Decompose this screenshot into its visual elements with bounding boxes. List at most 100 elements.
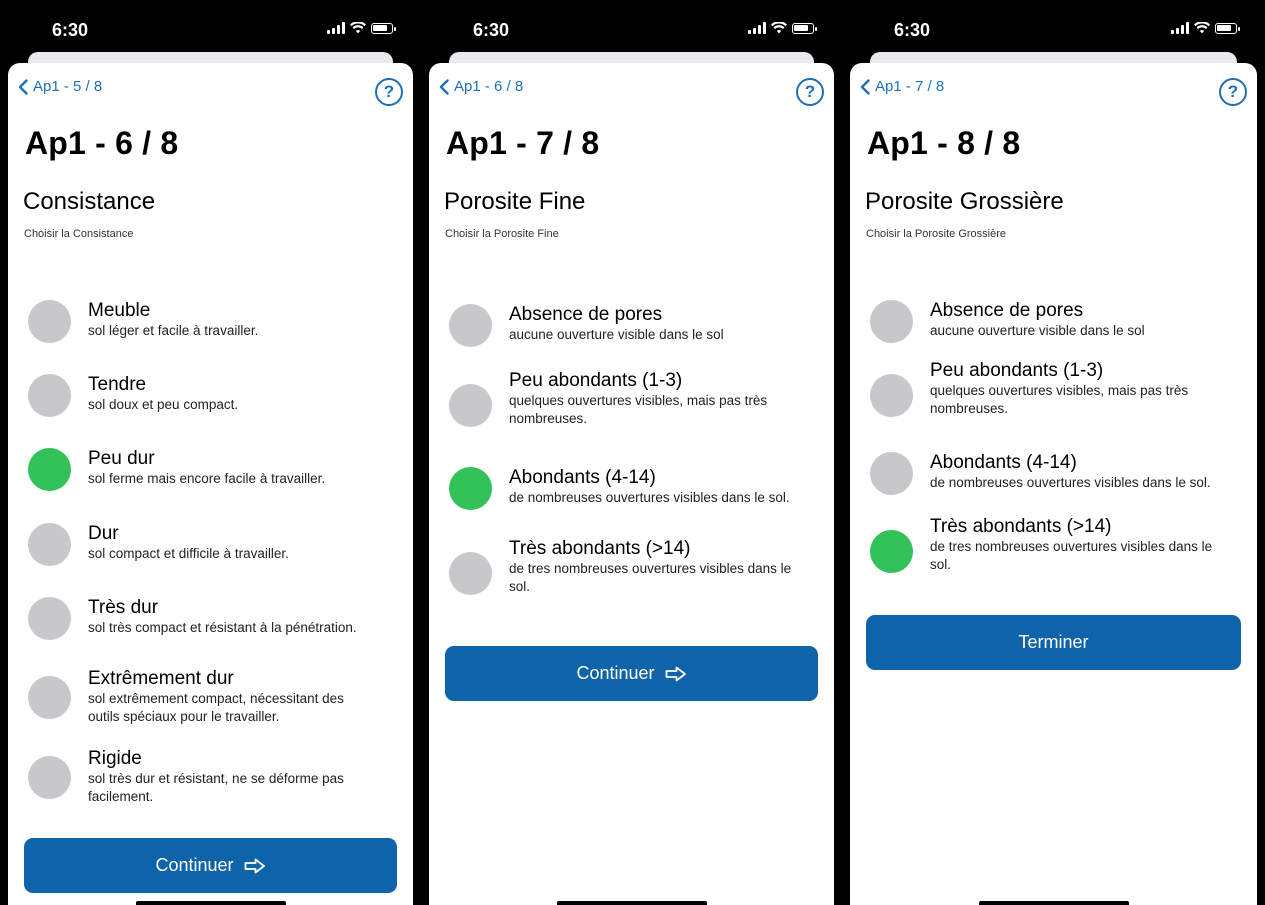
radio-button[interactable] [449, 304, 492, 347]
radio-button[interactable] [870, 300, 913, 343]
finish-button-label: Terminer [1018, 632, 1089, 652]
option-label: Peu abondants (1-3) [930, 360, 1104, 381]
navbar: Ap1 - 6 / 8 ? [439, 78, 824, 108]
option-tendre[interactable]: Tendre sol doux et peu compact. [28, 374, 238, 417]
navbar: Ap1 - 5 / 8 ? [18, 78, 403, 108]
continue-button-label: Continuer [155, 855, 234, 875]
continue-button[interactable]: Continuer [445, 646, 818, 701]
battery-icon [792, 22, 817, 34]
option-label: Abondants (4-14) [509, 467, 656, 488]
option-label: Tendre [88, 374, 147, 395]
radio-button[interactable] [28, 756, 71, 799]
radio-button[interactable] [28, 374, 71, 417]
option-tres-dur[interactable]: Très dur sol très compact et résistant à … [28, 597, 357, 640]
option-label: Abondants (4-14) [930, 452, 1077, 473]
radio-button-selected[interactable] [870, 530, 913, 573]
option-peu-dur[interactable]: Peu dur sol ferme mais encore facile à tr… [28, 448, 325, 491]
radio-button[interactable] [28, 597, 71, 640]
option-rigide[interactable]: Rigide sol très dur et résistant, ne se d… [28, 748, 378, 806]
option-label: Dur [88, 523, 119, 544]
option-label: Rigide [88, 748, 142, 769]
chevron-left-icon [860, 78, 870, 95]
radio-button[interactable] [28, 523, 71, 566]
option-peu-abondants[interactable]: Peu abondants (1-3) quelques ouvertures v… [870, 360, 1220, 418]
radio-button[interactable] [449, 552, 492, 595]
battery-icon [371, 22, 396, 34]
radio-button[interactable] [870, 374, 913, 417]
wifi-icon [771, 22, 787, 34]
radio-button[interactable] [870, 452, 913, 495]
option-description: sol très dur et résistant, ne se déforme… [88, 771, 344, 804]
sheet: Ap1 - 5 / 8 ? Ap1 - 6 / 8 Consistance Ch… [8, 63, 413, 905]
status-time: 6:30 [52, 20, 89, 40]
option-description: de nombreuses ouvertures visibles dans l… [509, 490, 790, 505]
option-dur[interactable]: Dur sol compact et difficile à travailler… [28, 523, 289, 566]
back-button[interactable]: Ap1 - 6 / 8 [439, 78, 523, 95]
chevron-left-icon [439, 78, 449, 95]
option-label: Très abondants (>14) [930, 516, 1112, 537]
page-title: Ap1 - 6 / 8 [25, 125, 179, 161]
radio-button[interactable] [28, 676, 71, 719]
option-description: sol extrêmement compact, nécessitant des… [88, 691, 344, 724]
navbar: Ap1 - 7 / 8 ? [860, 78, 1247, 108]
section-subtitle: Choisir la Porosite Grossière [866, 228, 1006, 240]
option-absence-de-pores[interactable]: Absence de pores aucune ouverture visible… [449, 304, 799, 347]
arrow-right-icon [665, 666, 686, 681]
option-extremement-dur[interactable]: Extrêmement dur sol extrêmement compact, … [28, 668, 378, 726]
back-button[interactable]: Ap1 - 5 / 8 [18, 78, 102, 95]
option-description: de tres nombreuses ouvertures visibles d… [509, 561, 792, 594]
help-button[interactable]: ? [1219, 78, 1247, 106]
sheet: Ap1 - 6 / 8 ? Ap1 - 7 / 8 Porosite Fine … [429, 63, 834, 905]
help-icon: ? [1227, 82, 1239, 101]
radio-button[interactable] [449, 384, 492, 427]
status-icons [327, 22, 396, 34]
option-description: sol léger et facile à travailler. [88, 323, 259, 338]
option-description: quelques ouvertures visibles, mais pas t… [930, 383, 1189, 416]
section-title: Consistance [23, 188, 156, 215]
radio-button-selected[interactable] [28, 448, 71, 491]
cellular-signal-icon [748, 22, 766, 34]
wifi-icon [350, 22, 366, 34]
page-title: Ap1 - 7 / 8 [446, 125, 600, 161]
screen-porosite-fine: 6:30 Ap1 - 6 / 8 ? Ap1 - 7 / 8 Porosite … [421, 0, 842, 905]
home-indicator [135, 901, 286, 905]
back-button[interactable]: Ap1 - 7 / 8 [860, 78, 944, 95]
option-tres-abondants[interactable]: Très abondants (>14) de tres nombreuses o… [449, 538, 799, 596]
status-time: 6:30 [473, 20, 510, 40]
continue-button[interactable]: Continuer [24, 838, 397, 893]
status-bar: 6:30 [421, 0, 842, 56]
option-label: Très abondants (>14) [509, 538, 691, 559]
option-meuble[interactable]: Meuble sol léger et facile à travailler. [28, 300, 258, 343]
option-tres-abondants[interactable]: Très abondants (>14) de tres nombreuses o… [870, 516, 1220, 574]
option-abondants[interactable]: Abondants (4-14) de nombreuses ouvertures… [870, 452, 1220, 495]
option-label: Peu abondants (1-3) [509, 370, 683, 391]
status-bar: 6:30 [0, 0, 421, 56]
radio-button-selected[interactable] [449, 467, 492, 510]
screen-porosite-grossiere: 6:30 Ap1 - 7 / 8 ? Ap1 - 8 / 8 Porosite … [842, 0, 1265, 905]
screens-container: 6:30 Ap1 - 5 / 8 ? Ap1 - 6 / 8 Consistan… [0, 0, 1265, 905]
radio-button[interactable] [28, 300, 71, 343]
help-button[interactable]: ? [375, 78, 403, 106]
finish-button[interactable]: Terminer [866, 615, 1241, 670]
option-absence-de-pores[interactable]: Absence de pores aucune ouverture visible… [870, 300, 1220, 343]
option-abondants[interactable]: Abondants (4-14) de nombreuses ouvertures… [449, 467, 799, 510]
section-title: Porosite Grossière [865, 188, 1064, 215]
option-label: Absence de pores [509, 304, 663, 325]
help-button[interactable]: ? [796, 78, 824, 106]
battery-icon [1215, 22, 1240, 34]
option-label: Absence de pores [930, 300, 1084, 321]
option-description: sol très compact et résistant à la pénét… [88, 620, 357, 635]
help-icon: ? [804, 82, 816, 101]
option-description: de tres nombreuses ouvertures visibles d… [930, 539, 1213, 572]
status-bar: 6:30 [842, 0, 1265, 56]
option-label: Très dur [88, 597, 159, 618]
section-subtitle: Choisir la Porosite Fine [445, 228, 559, 240]
option-description: sol doux et peu compact. [88, 397, 239, 412]
sheet: Ap1 - 7 / 8 ? Ap1 - 8 / 8 Porosite Gross… [850, 63, 1257, 905]
page-title: Ap1 - 8 / 8 [867, 125, 1021, 161]
home-indicator [978, 901, 1129, 905]
section-subtitle: Choisir la Consistance [24, 228, 134, 240]
option-peu-abondants[interactable]: Peu abondants (1-3) quelques ouvertures v… [449, 370, 799, 428]
status-icons [748, 22, 817, 34]
cellular-signal-icon [327, 22, 345, 34]
